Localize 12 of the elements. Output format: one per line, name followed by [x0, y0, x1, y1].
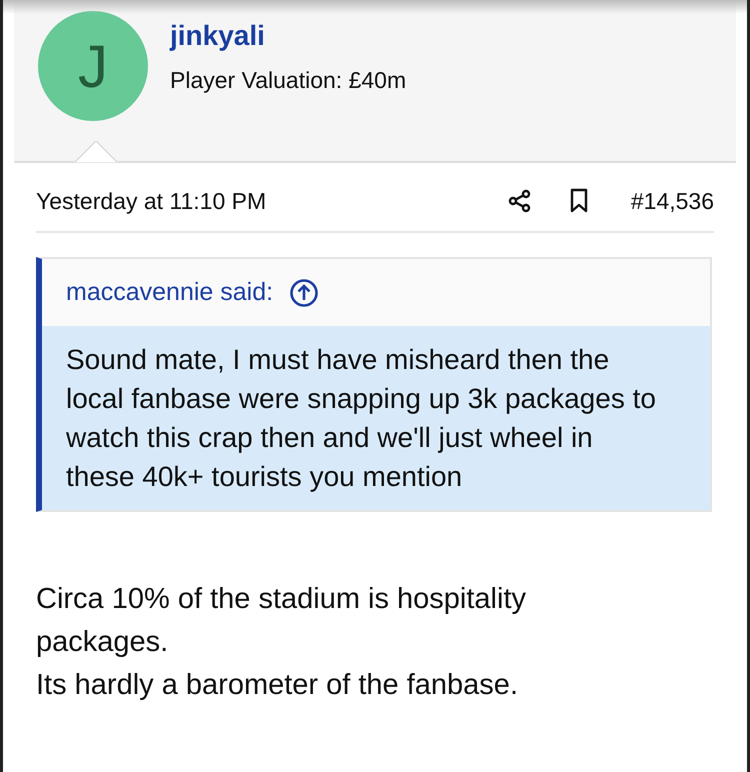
- post-number-link[interactable]: #14,536: [630, 188, 714, 214]
- bookmark-icon[interactable]: [568, 188, 589, 214]
- share-icon[interactable]: [506, 188, 533, 214]
- quote-text: Sound mate, I must have misheard then the local fanbase were snapping up 3k packages to watch this crap then and we'll just wheel in these 40k+ tourists you mention: [66, 344, 656, 492]
- arrow-up-circle-icon[interactable]: [289, 278, 320, 308]
- quote-author-link[interactable]: maccavennie said:: [66, 278, 274, 307]
- username-link[interactable]: jinkyali: [170, 16, 406, 56]
- player-valuation: Player Valuation: £40m: [170, 66, 406, 95]
- post-text: Circa 10% of the stadium is hospitality packages.: [36, 582, 527, 660]
- avatar[interactable]: J: [38, 11, 148, 121]
- post-time: Yesterday at 11:10 PM: [36, 188, 268, 214]
- post-text: Its hardly a barometer of the fanbase.: [36, 668, 519, 703]
